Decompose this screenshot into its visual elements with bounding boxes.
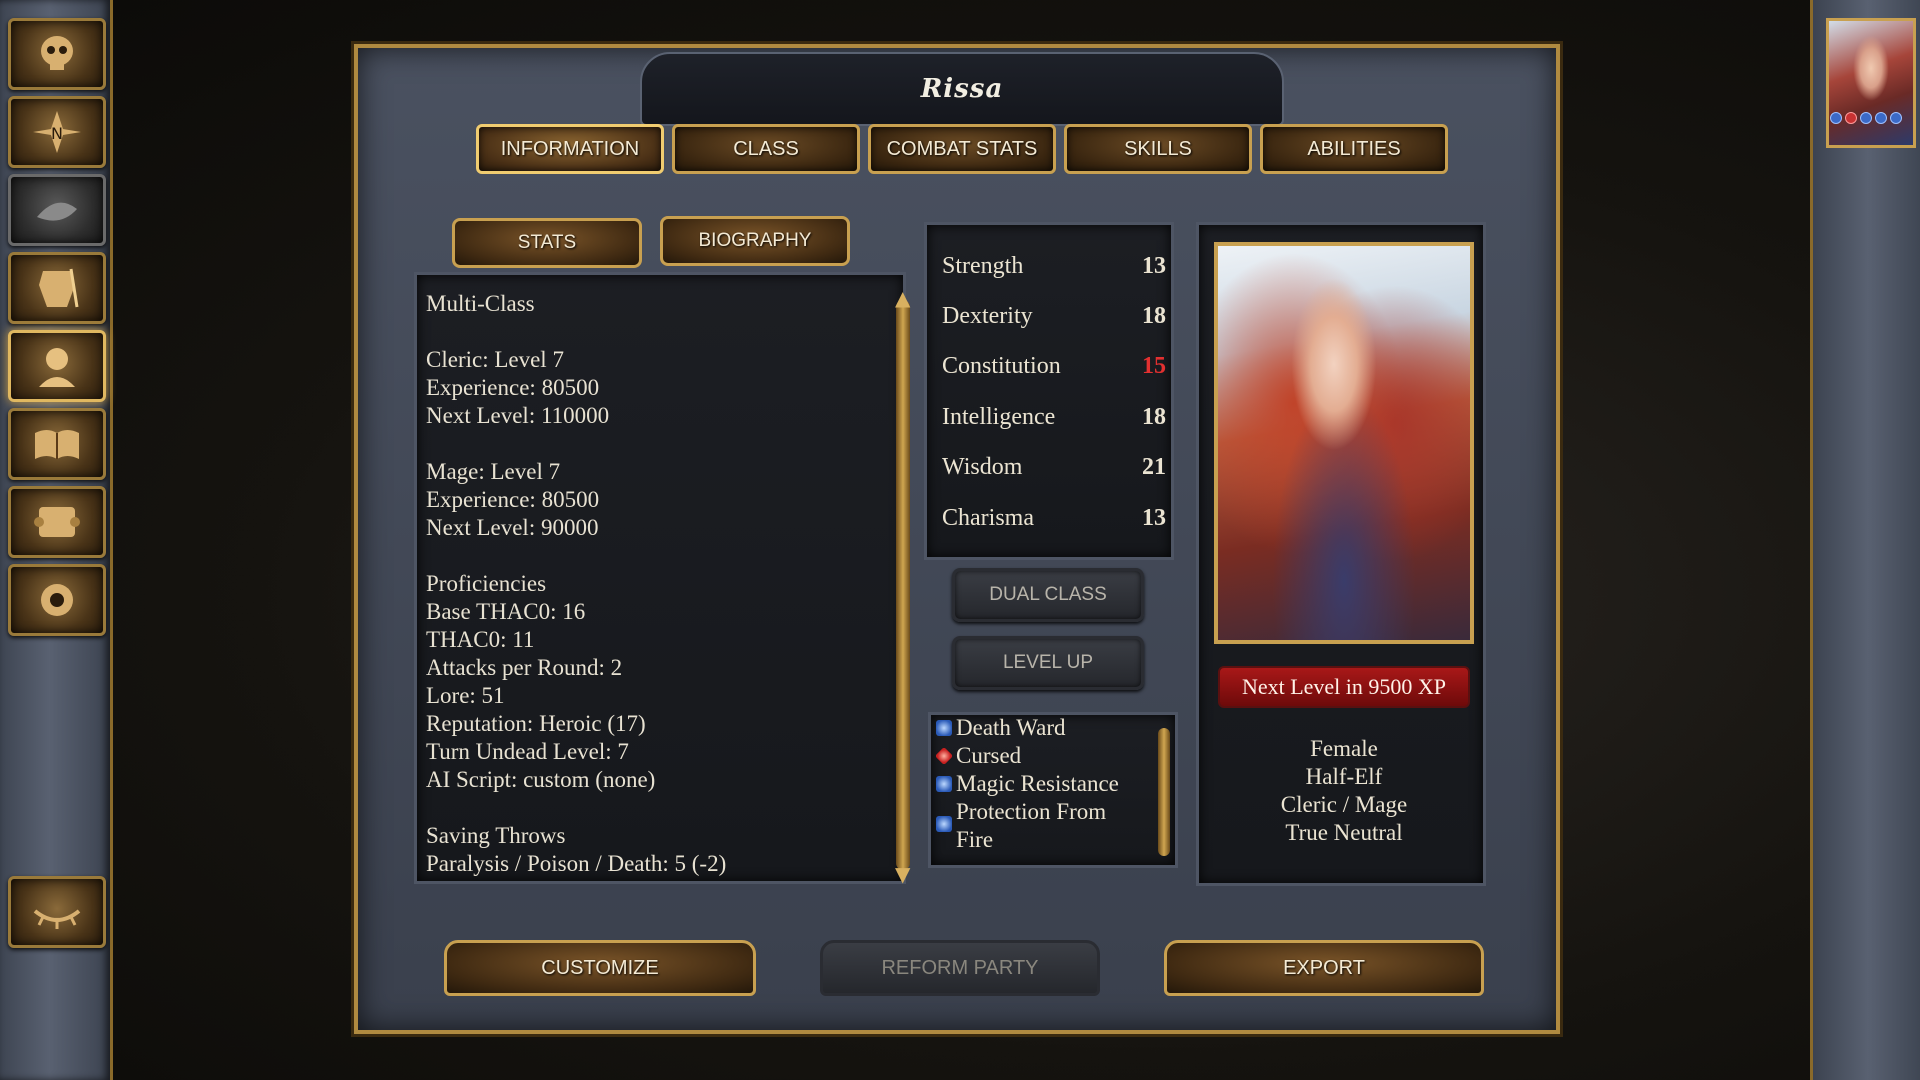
stat-value: 13 [1142, 504, 1166, 531]
protection-from-fire-icon [936, 816, 952, 832]
scroll-up-arrow-icon[interactable]: ▲ [895, 286, 910, 310]
stat-strength: Strength 13 [942, 246, 1166, 286]
attacks-per-round: Attacks per Round: 2 [426, 655, 623, 680]
svg-text:N: N [51, 124, 63, 143]
cleric-experience: Experience: 80500 [426, 375, 600, 400]
stat-label: Intelligence [942, 403, 1056, 430]
stat-value: 21 [1142, 453, 1166, 480]
class-type: Multi-Class [426, 291, 535, 316]
stat-label: Dexterity [942, 302, 1033, 329]
armor-inventory-icon[interactable] [8, 252, 106, 324]
stat-charisma: Charisma 13 [942, 498, 1166, 538]
mage-experience: Experience: 80500 [426, 487, 600, 512]
dual-class-button[interactable]: DUAL CLASS [952, 568, 1144, 622]
status-icon [1875, 112, 1887, 124]
effect-death-ward: Death Ward [936, 714, 1156, 742]
options-gear-icon[interactable] [8, 564, 106, 636]
character-record-icon[interactable] [8, 330, 106, 402]
gender: Female [1310, 736, 1378, 761]
stat-label: Strength [942, 252, 1024, 279]
effect-cursed: Cursed [934, 742, 1156, 770]
cleric-next-level: Next Level: 110000 [426, 403, 610, 428]
effect-label: Protection From Fire [956, 799, 1107, 852]
skull-icon[interactable] [8, 18, 106, 90]
priest-scroll-icon[interactable] [8, 486, 106, 558]
stat-value: 13 [1142, 252, 1166, 279]
compass-map-icon[interactable]: N [8, 96, 106, 168]
left-sidebar: N [0, 0, 113, 1080]
thac0: THAC0: 11 [426, 627, 535, 652]
magic-resistance-icon [936, 776, 952, 792]
saving-throws-heading: Saving Throws [426, 823, 566, 848]
stat-label: Charisma [942, 504, 1034, 531]
effect-label: Magic Resistance [956, 771, 1119, 796]
tab-class[interactable]: CLASS [672, 124, 860, 174]
mage-next-level: Next Level: 90000 [426, 515, 599, 540]
scroll-down-arrow-icon[interactable]: ▼ [895, 862, 910, 886]
party-portrait[interactable] [1826, 18, 1916, 148]
effect-label: Death Ward [956, 715, 1066, 740]
status-icon [1830, 112, 1842, 124]
effect-magic-resistance: Magic Resistance [936, 770, 1156, 798]
stat-label: Wisdom [942, 453, 1023, 480]
reform-party-button[interactable]: REFORM PARTY [820, 940, 1100, 996]
subtab-stats[interactable]: STATS [452, 218, 642, 268]
stat-label: Constitution [942, 352, 1061, 379]
level-up-button[interactable]: LEVEL UP [952, 636, 1144, 690]
mage-level: Mage: Level 7 [426, 459, 561, 484]
saving-throw-paralysis: Paralysis / Poison / Death: 5 (-2) [426, 851, 727, 876]
next-level-xp-badge: Next Level in 9500 XP [1218, 666, 1470, 708]
effect-protection-from-fire: Protection From Fire [936, 798, 1156, 854]
character-name: Rissa [640, 52, 1284, 126]
stat-dexterity: Dexterity 18 [942, 296, 1166, 336]
customize-button[interactable]: CUSTOMIZE [444, 940, 756, 996]
rest-eye-icon[interactable] [8, 876, 106, 948]
stat-value: 18 [1142, 302, 1166, 329]
reputation: Reputation: Heroic (17) [426, 711, 646, 736]
character-portrait[interactable] [1214, 242, 1474, 644]
cleric-level: Cleric: Level 7 [426, 347, 564, 372]
party-strip [1810, 0, 1920, 1080]
mage-book-icon[interactable] [8, 408, 106, 480]
export-button[interactable]: EXPORT [1164, 940, 1484, 996]
tab-combat-stats[interactable]: COMBAT STATS [868, 124, 1056, 174]
ai-script: AI Script: custom (none) [426, 767, 656, 792]
status-icon [1890, 112, 1902, 124]
alignment: True Neutral [1285, 820, 1403, 845]
info-scrollbar[interactable] [896, 300, 910, 870]
stat-constitution: Constitution 15 [942, 346, 1166, 386]
lore: Lore: 51 [426, 683, 505, 708]
tab-abilities[interactable]: ABILITIES [1260, 124, 1448, 174]
effects-scrollbar[interactable] [1158, 728, 1170, 856]
subtab-biography[interactable]: BIOGRAPHY [660, 216, 850, 266]
stat-wisdom: Wisdom 21 [942, 447, 1166, 487]
tab-information[interactable]: INFORMATION [476, 124, 664, 174]
base-thac0: Base THAC0: 16 [426, 599, 586, 624]
turn-undead-level: Turn Undead Level: 7 [426, 739, 629, 764]
status-icons [1830, 112, 1902, 124]
stat-value: 15 [1142, 352, 1166, 379]
bio-summary: Female Half-Elf Cleric / Mage True Neutr… [1204, 726, 1484, 856]
stat-intelligence: Intelligence 18 [942, 397, 1166, 437]
death-ward-icon [936, 720, 952, 736]
tab-skills[interactable]: SKILLS [1064, 124, 1252, 174]
proficiencies-heading: Proficiencies [426, 571, 547, 596]
cursed-icon [934, 746, 954, 766]
effect-label: Cursed [956, 743, 1022, 768]
info-text: Multi-Class Cleric: Level 7 Experience: … [426, 290, 876, 880]
race: Half-Elf [1305, 764, 1383, 789]
class: Cleric / Mage [1280, 792, 1408, 817]
status-icon [1845, 112, 1857, 124]
stat-value: 18 [1142, 403, 1166, 430]
journal-icon[interactable] [8, 174, 106, 246]
status-icon [1860, 112, 1872, 124]
effects-list: Death Ward Cursed Magic Resistance Prote… [934, 714, 1156, 854]
